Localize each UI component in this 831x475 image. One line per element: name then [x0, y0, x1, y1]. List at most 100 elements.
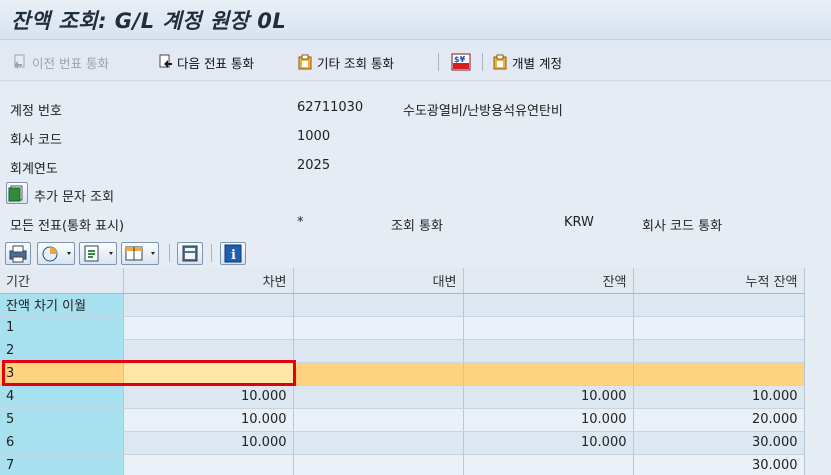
individual-account-button[interactable]: 개별 계정: [492, 51, 562, 73]
document-list-icon: [8, 185, 23, 202]
table-row[interactable]: 7 30.000: [0, 454, 805, 475]
title-bar: 잔액 조회: G/L 계정 원장 0L: [0, 0, 831, 40]
credit-cell[interactable]: [293, 408, 464, 432]
table-row[interactable]: 5 10.000 10.000 20.000: [0, 408, 805, 432]
application-toolbar: 이전 번표 통화 다음 전표 통화 기타 조회 통화 $¥ 개별 계정: [0, 41, 831, 81]
svg-text:$¥: $¥: [454, 55, 466, 64]
balance-cell[interactable]: 10.000: [463, 385, 634, 409]
next-document-currency-button[interactable]: 다음 전표 통화: [157, 51, 254, 73]
cumulative-balance-cell[interactable]: 30.000: [633, 431, 805, 455]
debit-cell[interactable]: [123, 362, 294, 386]
display-currency-value: KRW: [564, 215, 594, 230]
debit-cell[interactable]: [123, 293, 294, 317]
cumulative-balance-cell[interactable]: [633, 293, 805, 317]
period-cell[interactable]: 3: [0, 362, 124, 386]
layout-dropdown-button[interactable]: [37, 242, 75, 265]
period-cell[interactable]: 4: [0, 385, 124, 409]
grid-right-margin: [804, 268, 831, 475]
column-header-period[interactable]: 기간: [0, 268, 124, 294]
cumulative-balance-cell[interactable]: 20.000: [633, 408, 805, 432]
debit-cell[interactable]: 10.000: [123, 385, 294, 409]
debit-cell[interactable]: 10.000: [123, 431, 294, 455]
fiscal-year-label: 회계연도: [10, 162, 58, 177]
period-cell[interactable]: 5: [0, 408, 124, 432]
previous-document-currency-label: 이전 번표 통화: [32, 55, 109, 71]
balance-cell[interactable]: [463, 362, 634, 386]
company-code-row: 회사 코드 1000: [0, 123, 831, 151]
company-code-label: 회사 코드: [10, 133, 62, 148]
period-cell[interactable]: 잔액 차기 이월: [0, 293, 124, 317]
table-row[interactable]: 2: [0, 339, 805, 363]
credit-cell[interactable]: [293, 454, 464, 475]
period-cell[interactable]: 7: [0, 454, 124, 475]
account-number-value: 62711030: [297, 100, 364, 115]
period-cell[interactable]: 2: [0, 339, 124, 363]
previous-document-currency-button[interactable]: 이전 번표 통화: [12, 51, 109, 73]
display-currency-label: 조회 통화: [391, 219, 443, 234]
column-header-credit[interactable]: 대변: [293, 268, 464, 294]
table-row[interactable]: 잔액 차기 이월: [0, 293, 805, 317]
currency-exchange-button[interactable]: $¥: [451, 51, 475, 73]
balance-cell[interactable]: [463, 316, 634, 340]
period-cell[interactable]: 6: [0, 431, 124, 455]
table-row[interactable]: 6 10.000 10.000 30.000: [0, 431, 805, 455]
account-row: 계정 번호 62711030 수도광열비/난방용석유연탄비: [0, 94, 831, 122]
calculator-icon: [182, 245, 198, 262]
currency-exchange-icon: $¥: [451, 53, 471, 71]
export-dropdown-button[interactable]: [79, 242, 117, 265]
debit-cell[interactable]: [123, 454, 294, 475]
more-documents-label: 추가 문자 조회: [34, 190, 115, 205]
other-display-currency-label: 기타 조회 통화: [317, 55, 394, 71]
credit-cell[interactable]: [293, 431, 464, 455]
clipboard-icon: [492, 54, 508, 70]
table-row[interactable]: 3: [0, 362, 805, 386]
document-arrow-icon: [12, 54, 28, 70]
more-documents-button[interactable]: [6, 182, 28, 204]
grid-columns-icon: [125, 246, 155, 261]
export-icon: [84, 245, 113, 262]
all-documents-value: *: [297, 215, 304, 230]
other-display-currency-button[interactable]: 기타 조회 통화: [297, 51, 394, 73]
balance-cell[interactable]: [463, 339, 634, 363]
toolbar-separator: [438, 53, 439, 71]
debit-cell[interactable]: [123, 316, 294, 340]
table-header-row: 기간 차변 대변 잔액 누적 잔액: [0, 268, 805, 294]
table-row[interactable]: 1: [0, 316, 805, 340]
credit-cell[interactable]: [293, 339, 464, 363]
balance-cell[interactable]: 10.000: [463, 431, 634, 455]
print-button[interactable]: [5, 242, 31, 265]
debit-cell[interactable]: [123, 339, 294, 363]
more-documents-row: 추가 문자 조회: [0, 180, 831, 208]
balance-cell[interactable]: 10.000: [463, 408, 634, 432]
clipboard-icon: [297, 54, 313, 70]
table-row[interactable]: 4 10.000 10.000 10.000: [0, 385, 805, 409]
balance-cell[interactable]: [463, 293, 634, 317]
credit-cell[interactable]: [293, 293, 464, 317]
fiscal-year-row: 회계연도 2025: [0, 152, 831, 180]
all-documents-row: 모든 전표(통화 표시) * 조회 통화 KRW 회사 코드 통화: [0, 209, 831, 237]
cumulative-balance-cell[interactable]: 30.000: [633, 454, 805, 475]
column-header-debit[interactable]: 차변: [123, 268, 294, 294]
cumulative-balance-cell[interactable]: [633, 316, 805, 340]
grid-toolbar-separator: [169, 244, 170, 262]
account-header: 계정 번호 62711030 수도광열비/난방용석유연탄비 회사 코드 1000…: [0, 82, 831, 240]
cumulative-balance-cell[interactable]: 10.000: [633, 385, 805, 409]
period-cell[interactable]: 1: [0, 316, 124, 340]
column-header-cumulative-balance[interactable]: 누적 잔액: [633, 268, 805, 294]
credit-cell[interactable]: [293, 316, 464, 340]
credit-cell[interactable]: [293, 362, 464, 386]
calculator-button[interactable]: [177, 242, 203, 265]
column-header-balance[interactable]: 잔액: [463, 268, 634, 294]
debit-cell[interactable]: 10.000: [123, 408, 294, 432]
balance-grid: 기간 차변 대변 잔액 누적 잔액 잔액 차기 이월 1 2 3 4 10.000 10.0…: [0, 268, 805, 475]
cumulative-balance-cell[interactable]: [633, 362, 805, 386]
balance-cell[interactable]: [463, 454, 634, 475]
information-button[interactable]: i: [220, 242, 246, 265]
company-code-currency-label: 회사 코드 통화: [642, 219, 723, 234]
credit-cell[interactable]: [293, 385, 464, 409]
cumulative-balance-cell[interactable]: [633, 339, 805, 363]
company-code-value: 1000: [297, 129, 331, 144]
info-icon: i: [224, 244, 242, 263]
page-title: 잔액 조회: G/L 계정 원장 0L: [11, 9, 287, 33]
columns-dropdown-button[interactable]: [121, 242, 159, 265]
